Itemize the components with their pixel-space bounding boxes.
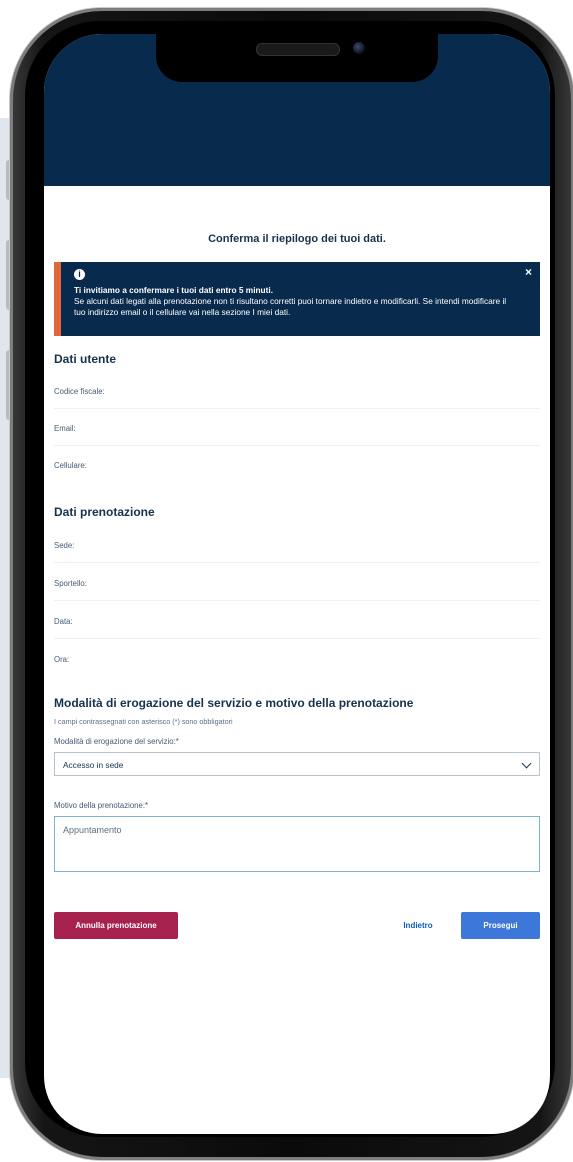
phone-screen: Conferma il riepilogo dei tuoi dati. i ×…	[44, 34, 550, 1134]
speaker-grille	[256, 43, 340, 56]
field-label-reason: Motivo della prenotazione:*	[54, 801, 149, 810]
chevron-down-icon	[521, 758, 532, 769]
camera-icon	[353, 42, 365, 54]
divider	[54, 600, 540, 601]
section-title-booking: Dati prenotazione	[54, 505, 155, 519]
divider	[54, 445, 540, 446]
field-label-service-mode: Modalità di erogazione del servizio:*	[54, 737, 179, 746]
alert-title: Ti invitiamo a confermare i tuoi dati en…	[74, 285, 274, 295]
page-title: Conferma il riepilogo dei tuoi dati.	[208, 233, 386, 245]
section-title-service: Modalità di erogazione del servizio e mo…	[54, 696, 414, 710]
field-label-time: Ora:	[54, 655, 70, 664]
close-icon[interactable]: ×	[525, 266, 532, 278]
service-mode-select[interactable]: Accesso in sede	[54, 752, 540, 776]
cancel-booking-button[interactable]: Annulla prenotazione	[54, 912, 178, 939]
info-icon: i	[74, 269, 85, 280]
field-label-fiscal-code: Codice fiscale:	[54, 387, 105, 396]
continue-button[interactable]: Prosegui	[461, 912, 540, 939]
back-button[interactable]: Indietro	[390, 912, 446, 939]
service-mode-value: Accesso in sede	[63, 760, 124, 770]
field-label-mobile: Cellulare:	[54, 461, 87, 470]
alert-body: Se alcuni dati legati alla prenotazione …	[74, 296, 507, 317]
phone-notch	[156, 34, 438, 82]
field-label-email: Email:	[54, 424, 76, 433]
required-fields-note: I campi contrassegnati con asterisco (*)…	[54, 717, 233, 726]
field-label-desk: Sportello:	[54, 579, 87, 588]
field-label-date: Data:	[54, 617, 73, 626]
field-label-office: Sede:	[54, 541, 75, 550]
section-title-user: Dati utente	[54, 352, 117, 366]
divider	[54, 638, 540, 639]
divider	[54, 562, 540, 563]
divider	[54, 408, 540, 409]
reason-textarea[interactable]: Appuntamento	[54, 816, 540, 872]
alert-banner: i × Ti invitiamo a confermare i tuoi dat…	[54, 262, 540, 336]
